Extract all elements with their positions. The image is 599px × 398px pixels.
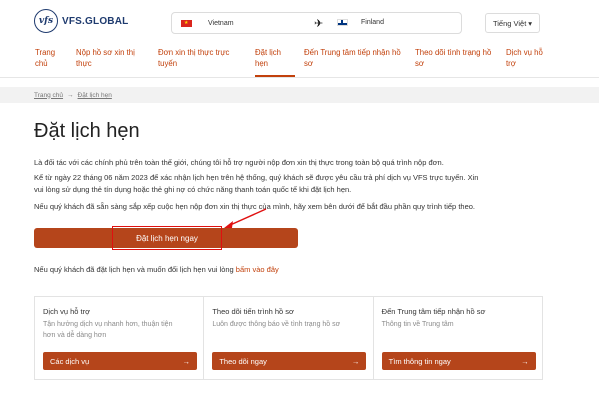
card-description-line: hơn và dễ dàng hơn — [43, 331, 107, 339]
reschedule-text: Nếu quý khách đã đặt lịch hẹn và muốn đổ… — [34, 265, 279, 274]
page-title: Đặt lịch hẹn — [34, 120, 140, 142]
card-description-line: Luôn được thông báo về tình trạng hồ sơ — [212, 321, 341, 328]
nav-label: thực — [76, 59, 92, 68]
payment-notice-line1: Kể từ ngày 22 tháng 06 năm 2023 để xác n… — [34, 173, 479, 182]
origin-country: Vietnam — [208, 19, 234, 27]
nav-label: trợ — [506, 59, 516, 68]
service-cards: Dịch vụ hỗ trợ Tận hưởng dịch vụ nhanh h… — [34, 296, 543, 380]
card-track-application: Theo dõi tiến trình hồ sơ Luôn được thôn… — [204, 297, 374, 379]
reschedule-prompt: Nếu quý khách đã đặt lịch hẹn và muốn đổ… — [34, 265, 236, 274]
button-label: Các dịch vụ — [50, 356, 90, 366]
card-title: Đến Trung tâm tiếp nhận hồ sơ — [381, 307, 486, 316]
language-label: Tiếng Việt — [492, 18, 527, 28]
find-info-button[interactable]: Tìm thông tin ngay → — [381, 352, 536, 370]
card-visit-centre: Đến Trung tâm tiếp nhận hồ sơ Thông tin … — [374, 297, 542, 379]
nav-label: Dịch vụ hỗ — [506, 48, 543, 57]
vietnam-flag-icon — [181, 19, 192, 27]
services-button[interactable]: Các dịch vụ → — [43, 352, 197, 370]
airplane-icon: ✈ — [314, 18, 324, 30]
book-appointment-button[interactable]: Đặt lịch hẹn ngay — [112, 226, 222, 250]
nav-label: Đặt lịch — [255, 48, 281, 57]
nav-item-book-appointment[interactable]: Đặt lịch hẹn — [255, 47, 281, 75]
nav-label: Nộp hồ sơ xin thị — [76, 48, 135, 57]
track-now-button[interactable]: Theo dõi ngay → — [212, 352, 367, 370]
button-label: Theo dõi ngay — [219, 356, 267, 366]
nav-label: hẹn — [255, 59, 269, 68]
language-selector[interactable]: Tiếng Việt ▾ — [485, 13, 540, 33]
nav-item-apply-visa[interactable]: Nộp hồ sơ xin thị thực — [76, 47, 135, 69]
nav-label: Trang — [35, 48, 56, 57]
nav-item-home[interactable]: Trang chủ — [35, 47, 55, 69]
nav-item-online-application[interactable]: Đơn xin thị thực trực tuyến — [158, 47, 229, 69]
nav-label: Theo dõi tình trạng hồ — [415, 48, 492, 57]
chevron-down-icon: ▾ — [528, 18, 533, 28]
nav-item-support-services[interactable]: Dịch vụ hỗ trợ — [506, 47, 543, 69]
annotation-arrow-icon — [224, 208, 267, 228]
nav-label: tuyến — [158, 59, 178, 68]
destination: Finland — [337, 19, 384, 26]
breadcrumb: Trang chủ → Đặt lịch hẹn — [0, 87, 599, 103]
card-description-line: Tận hưởng dịch vụ nhanh hơn, thuận tiện — [43, 321, 173, 328]
main-nav: Trang chủ Nộp hồ sơ xin thị thực Đơn xin… — [0, 45, 599, 78]
brand-logo[interactable]: vfs VFS.GLOBAL — [34, 9, 128, 33]
reschedule-link[interactable]: bấm vào đây — [236, 265, 279, 274]
brand-name: VFS.GLOBAL — [62, 15, 129, 27]
active-tab-indicator — [255, 75, 295, 77]
route-selector[interactable]: Vietnam ✈ Finland — [171, 12, 462, 34]
card-description: Luôn được thông báo về tình trạng hồ sơ — [212, 320, 364, 331]
vfs-logo-icon: vfs — [34, 9, 58, 33]
breadcrumb-home[interactable]: Trang chủ — [34, 92, 63, 99]
nav-item-visit-centre[interactable]: Đến Trung tâm tiếp nhận hồ sơ — [304, 47, 401, 69]
arrow-right-icon: → — [351, 356, 360, 366]
card-description: Thông tin về Trung tâm — [382, 320, 534, 331]
nav-label: Đến Trung tâm tiếp nhận hồ — [304, 48, 401, 57]
payment-notice-line2: vui lòng sử dụng thẻ tín dụng hoặc thẻ g… — [34, 185, 352, 194]
arrow-right-icon: → — [521, 356, 529, 366]
nav-item-track-application[interactable]: Theo dõi tình trạng hồ sơ — [415, 47, 491, 69]
arrow-right-icon: → — [67, 91, 74, 99]
intro-text: Là đối tác với các chính phủ trên toàn t… — [34, 158, 444, 167]
nav-label: chủ — [35, 59, 48, 68]
button-label: Tìm thông tin ngay — [388, 356, 451, 366]
next-step-text: Nếu quý khách đã sẵn sàng sắp xếp cuộc h… — [34, 202, 475, 211]
book-appointment-label: Đặt lịch hẹn ngay — [136, 233, 198, 243]
destination-country: Finland — [361, 19, 384, 26]
nav-label: sơ — [415, 59, 425, 68]
nav-label: sơ — [304, 59, 314, 68]
finland-flag-icon — [337, 19, 348, 26]
arrow-right-icon: → — [182, 356, 191, 366]
nav-label: Đơn xin thị thực trực — [158, 48, 230, 57]
card-description: Tận hưởng dịch vụ nhanh hơn, thuận tiện … — [43, 320, 195, 341]
card-title: Theo dõi tiến trình hồ sơ — [212, 307, 294, 316]
card-title: Dịch vụ hỗ trợ — [43, 307, 91, 316]
breadcrumb-current[interactable]: Đặt lịch hẹn — [78, 92, 112, 99]
card-description-line: Thông tin về Trung tâm — [381, 321, 454, 328]
card-support-services: Dịch vụ hỗ trợ Tận hưởng dịch vụ nhanh h… — [35, 297, 205, 379]
